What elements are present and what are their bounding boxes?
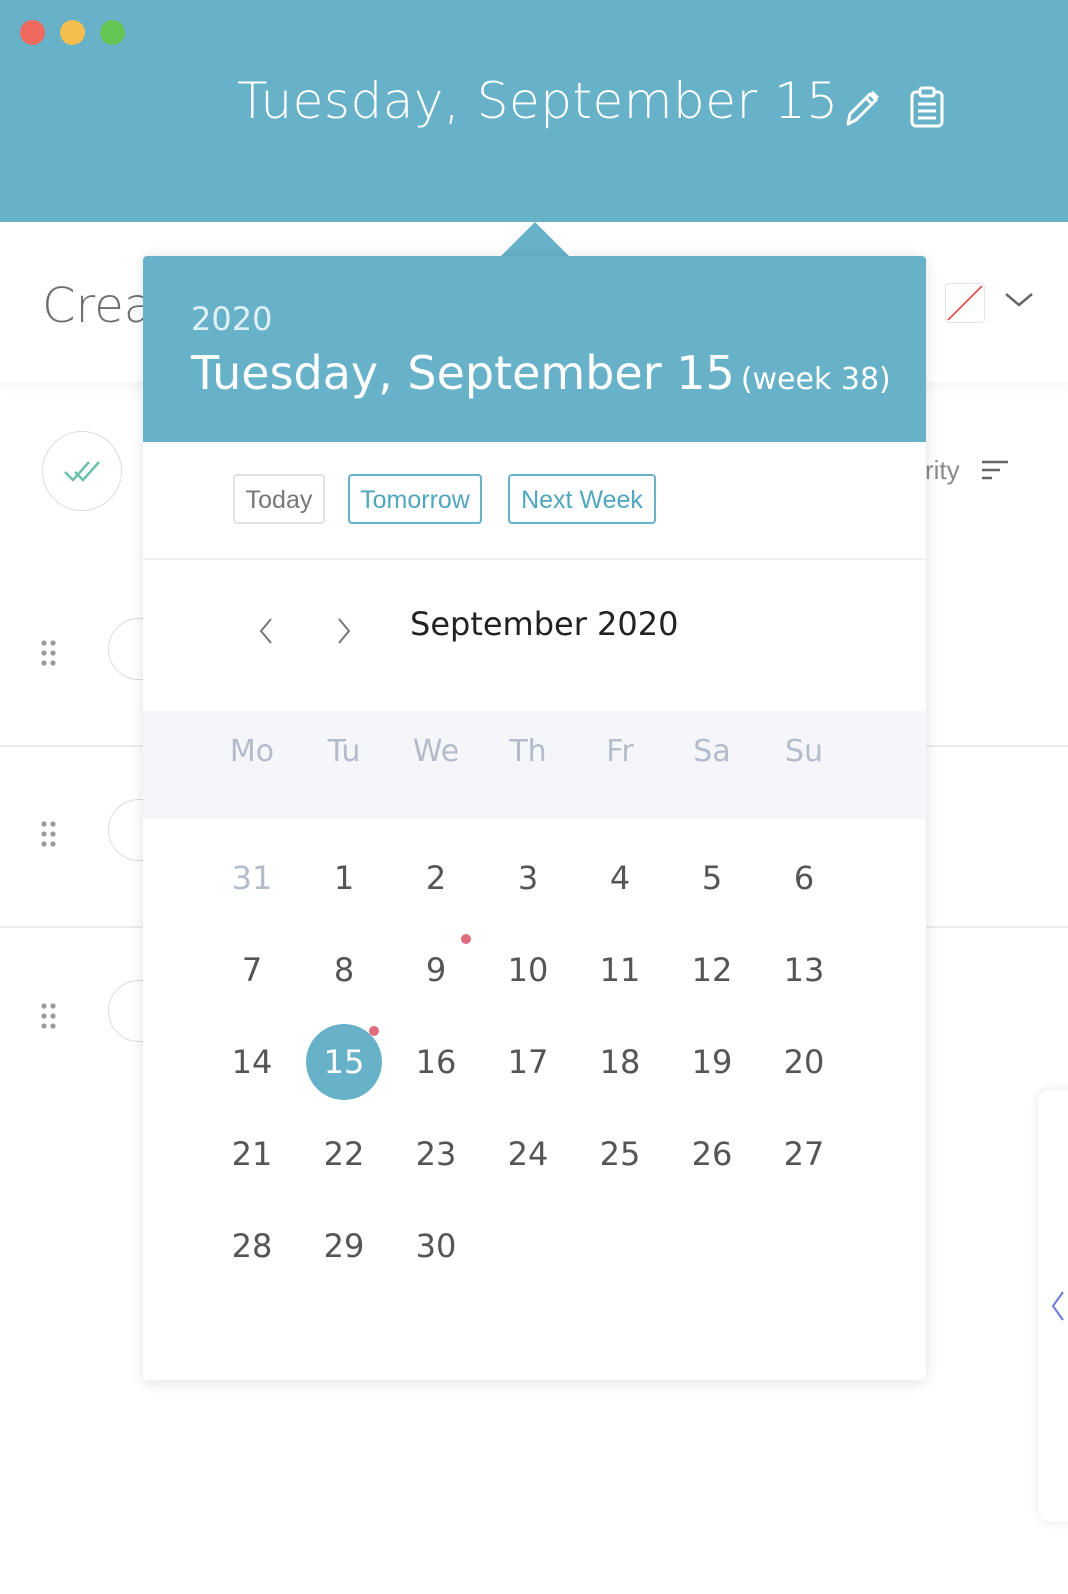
next-week-button[interactable]: Next Week (508, 474, 656, 524)
drag-handle-icon[interactable] (41, 1003, 57, 1029)
color-picker-swatch[interactable] (945, 283, 985, 323)
day-cell[interactable]: 6 (766, 840, 842, 916)
day-cell[interactable]: 14 (214, 1024, 290, 1100)
tomorrow-button[interactable]: Tomorrow (348, 474, 482, 524)
current-date-title[interactable]: Tuesday, September 15 (237, 72, 839, 130)
day-cell[interactable]: 1 (306, 840, 382, 916)
date-picker-popover: 2020 Tuesday, September 15 (week 38) Toda… (143, 256, 926, 1380)
today-button[interactable]: Today (233, 474, 325, 524)
selected-date: Tuesday, September 15 (week 38) (191, 346, 891, 400)
app-header: Tuesday, September 15 (0, 0, 1068, 222)
weekday-label: Tu (327, 734, 361, 769)
day-cell[interactable]: 9 (398, 932, 474, 1008)
day-cell[interactable]: 17 (490, 1024, 566, 1100)
pencil-icon[interactable] (840, 86, 884, 130)
weekday-label: Sa (693, 734, 731, 769)
month-title: September 2020 (410, 605, 679, 643)
week-number: (week 38) (740, 362, 891, 397)
weekday-label: Fr (606, 734, 634, 769)
selected-year: 2020 (191, 300, 273, 338)
day-cell[interactable]: 12 (674, 932, 750, 1008)
day-cell[interactable]: 19 (674, 1024, 750, 1100)
day-cell[interactable]: 7 (214, 932, 290, 1008)
day-cell[interactable]: 2 (398, 840, 474, 916)
chevron-down-icon[interactable] (1003, 290, 1035, 310)
event-indicator-dot (461, 934, 471, 944)
event-indicator-dot (369, 1026, 379, 1036)
day-cell[interactable]: 29 (306, 1208, 382, 1284)
day-cell[interactable]: 22 (306, 1116, 382, 1192)
day-cell[interactable]: 20 (766, 1024, 842, 1100)
day-cell[interactable]: 25 (582, 1116, 658, 1192)
day-cell[interactable]: 13 (766, 932, 842, 1008)
day-cell[interactable]: 4 (582, 840, 658, 916)
close-window-button[interactable] (20, 20, 45, 45)
clipboard-icon[interactable] (908, 86, 946, 130)
next-month-button[interactable] (329, 611, 357, 651)
day-cell[interactable]: 21 (214, 1116, 290, 1192)
minimize-window-button[interactable] (60, 20, 85, 45)
day-cell[interactable]: 8 (306, 932, 382, 1008)
complete-all-button[interactable] (42, 431, 122, 511)
popover-arrow (500, 222, 570, 257)
day-cell[interactable]: 5 (674, 840, 750, 916)
drag-handle-icon[interactable] (41, 640, 57, 666)
day-cell[interactable]: 30 (398, 1208, 474, 1284)
day-cell[interactable]: 28 (214, 1208, 290, 1284)
selected-date-label: Tuesday, September 15 (191, 346, 735, 400)
day-cell[interactable]: 24 (490, 1116, 566, 1192)
weekday-label: Su (784, 734, 824, 769)
previous-month-button[interactable] (253, 611, 281, 651)
maximize-window-button[interactable] (100, 20, 125, 45)
weekday-label: Th (509, 734, 547, 769)
day-cell[interactable]: 18 (582, 1024, 658, 1100)
double-check-icon (64, 461, 100, 482)
drag-handle-icon[interactable] (41, 821, 57, 847)
day-cell[interactable]: 23 (398, 1116, 474, 1192)
day-cell[interactable]: 10 (490, 932, 566, 1008)
sort-icon[interactable] (982, 460, 1008, 480)
day-cell[interactable]: 11 (582, 932, 658, 1008)
day-cell[interactable]: 3 (490, 840, 566, 916)
weekday-label: We (412, 734, 460, 769)
day-cell[interactable]: 31 (214, 840, 290, 916)
day-cell[interactable]: 16 (398, 1024, 474, 1100)
weekday-label: Mo (229, 734, 275, 769)
sort-label[interactable]: rity (925, 455, 960, 486)
day-cell[interactable]: 27 (766, 1116, 842, 1192)
day-cell[interactable]: 26 (674, 1116, 750, 1192)
chevron-left-icon[interactable] (1050, 1290, 1066, 1322)
day-cell-selected[interactable]: 15 (306, 1024, 382, 1100)
date-picker-header: 2020 Tuesday, September 15 (week 38) (143, 256, 926, 442)
